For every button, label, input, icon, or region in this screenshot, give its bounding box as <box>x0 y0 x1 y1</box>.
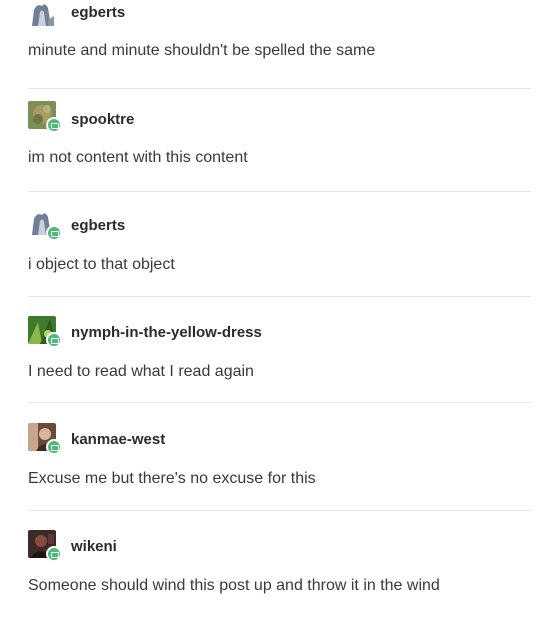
reblog-badge-icon <box>46 332 62 348</box>
avatar[interactable] <box>28 0 60 32</box>
post-text: I need to read what I read again <box>28 363 254 380</box>
divider <box>28 402 531 403</box>
avatar[interactable] <box>28 101 62 133</box>
username[interactable]: spooktre <box>71 111 134 128</box>
reblog-entry: egberts minute and minute shouldn't be s… <box>0 0 547 102</box>
reblog-badge-icon <box>46 117 62 133</box>
reblog-badge-icon <box>46 439 62 455</box>
reblog-entry: kanmae-west Excuse me but there's no exc… <box>0 420 547 526</box>
avatar[interactable] <box>28 423 62 455</box>
post-text: minute and minute shouldn't be spelled t… <box>28 42 376 59</box>
username[interactable]: egberts <box>71 4 125 21</box>
divider <box>28 191 531 192</box>
username[interactable]: egberts <box>71 217 125 234</box>
avatar[interactable] <box>28 530 62 562</box>
username[interactable]: kanmae-west <box>71 431 165 448</box>
username[interactable]: nymph-in-the-yellow-dress <box>71 324 262 341</box>
post-text: im not content with this content <box>28 149 248 166</box>
avatar[interactable] <box>28 209 62 241</box>
post-text: Someone should wind this post up and thr… <box>28 577 440 594</box>
reblog-entry: spooktre im not content with this conten… <box>0 101 547 207</box>
post-text: i object to that object <box>28 256 175 273</box>
divider <box>28 88 531 89</box>
reblog-entry: egberts i object to that object <box>0 207 547 313</box>
reblog-thread: egberts minute and minute shouldn't be s… <box>0 0 547 600</box>
reblog-badge-icon <box>46 225 62 241</box>
username[interactable]: wikeni <box>71 538 117 555</box>
ghost-figure-avatar-icon <box>28 0 56 28</box>
divider <box>28 296 531 297</box>
reblog-entry: wikeni Someone should wind this post up … <box>0 527 547 633</box>
post-text: Excuse me but there's no excuse for this <box>28 470 316 487</box>
reblog-entry: nymph-in-the-yellow-dress I need to read… <box>0 313 547 419</box>
reblog-badge-icon <box>46 546 62 562</box>
avatar[interactable] <box>28 316 62 348</box>
divider <box>28 510 531 511</box>
